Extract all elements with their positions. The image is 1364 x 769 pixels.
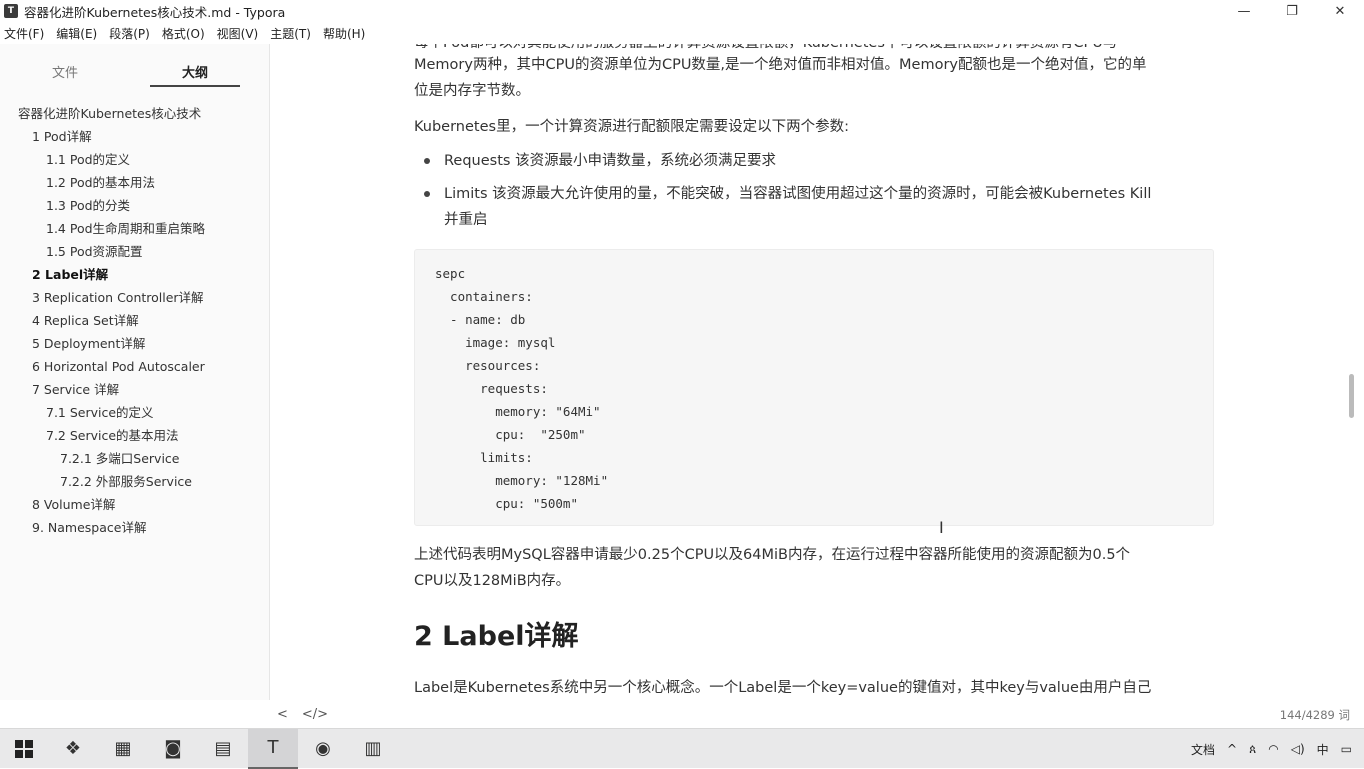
- volume-icon[interactable]: ◁): [1291, 742, 1305, 756]
- menu-help[interactable]: 帮助(H): [323, 25, 365, 42]
- outline-item[interactable]: 7.2.1 多端口Service: [0, 447, 269, 470]
- list-item-line2: 并重启: [444, 212, 488, 228]
- paragraph-memory-line1: Memory两种，其中CPU的资源单位为CPU数量,是一个绝对值而非相对值。Me…: [414, 57, 1147, 73]
- outline-item[interactable]: 容器化进阶Kubernetes核心技术: [0, 102, 269, 125]
- code-line: image: mysql: [435, 335, 556, 350]
- back-icon[interactable]: <: [277, 707, 288, 722]
- list-item-line1: Limits 该资源最大允许使用的量，不能突破，当容器试图使用超过这个量的资源时…: [444, 186, 1152, 202]
- outline-item[interactable]: 7 Service 详解: [0, 378, 269, 401]
- scrollbar-thumb[interactable]: [1349, 374, 1354, 418]
- menu-theme[interactable]: 主题(T): [270, 25, 311, 42]
- taskbar-app-icon[interactable]: ◉: [298, 729, 348, 769]
- outline-item[interactable]: 7.2.2 外部服务Service: [0, 470, 269, 493]
- bullet-list: Requests 该资源最小申请数量，系统必须满足要求 Limits 该资源最大…: [414, 148, 1214, 233]
- paragraph-explanation: 上述代码表明MySQL容器申请最少0.25个CPU以及64MiB内存，在运行过程…: [414, 542, 1214, 594]
- taskbar-app-icon[interactable]: ▦: [98, 729, 148, 769]
- paragraph-explanation-line1: 上述代码表明MySQL容器申请最少0.25个CPU以及64MiB内存，在运行过程…: [414, 547, 1131, 563]
- list-item: Limits 该资源最大允许使用的量，不能突破，当容器试图使用超过这个量的资源时…: [414, 181, 1214, 233]
- editor-area[interactable]: 每个Pod都可以对其能使用的服务器上的计算资源设置限额，Kubernetes中可…: [271, 44, 1356, 700]
- chevron-up-icon[interactable]: ^: [1227, 742, 1237, 756]
- network-icon[interactable]: ◠: [1268, 742, 1278, 756]
- status-left: < </>: [277, 707, 342, 722]
- outline-item[interactable]: 5 Deployment详解: [0, 332, 269, 355]
- paragraph-memory-line2: 位是内存字节数。: [414, 83, 530, 99]
- close-button[interactable]: ✕: [1316, 0, 1364, 22]
- text-cursor-icon: I: [939, 518, 944, 537]
- code-line: - name: db: [435, 312, 526, 327]
- outline-item-active[interactable]: 2 Label详解: [0, 263, 269, 286]
- paragraph-cut: 每个Pod都可以对其能使用的服务器上的计算资源设置限额，Kubernetes中可…: [414, 44, 1214, 52]
- outline-item[interactable]: 1.5 Pod资源配置: [0, 240, 269, 263]
- code-line: cpu: "500m": [435, 496, 578, 511]
- code-line: memory: "64Mi": [435, 404, 601, 419]
- outline-item[interactable]: 9. Namespace详解: [0, 516, 269, 539]
- source-code-icon[interactable]: </>: [302, 707, 328, 722]
- word-count[interactable]: 144/4289 词: [1280, 707, 1350, 723]
- outline-item[interactable]: 1.4 Pod生命周期和重启策略: [0, 217, 269, 240]
- paragraph-explanation-line2: CPU以及128MiB内存。: [414, 573, 571, 589]
- outline-item[interactable]: 3 Replication Controller详解: [0, 286, 269, 309]
- paragraph-memory: Memory两种，其中CPU的资源单位为CPU数量,是一个绝对值而非相对值。Me…: [414, 52, 1214, 104]
- menu-bar: 文件(F) 编辑(E) 段落(P) 格式(O) 视图(V) 主题(T) 帮助(H…: [0, 23, 1364, 43]
- code-line: resources:: [435, 358, 541, 373]
- paragraph-label: Label是Kubernetes系统中另一个核心概念。一个Label是一个key…: [414, 680, 1152, 696]
- outline-item[interactable]: 8 Volume详解: [0, 493, 269, 516]
- paragraph-params: Kubernetes里，一个计算资源进行配额限定需要设定以下两个参数:: [414, 119, 849, 135]
- window-controls: — ❐ ✕: [1220, 0, 1364, 22]
- taskbar-app-icon[interactable]: ▤: [198, 729, 248, 769]
- taskbar-app-icon[interactable]: ◙: [148, 729, 198, 769]
- outline-item[interactable]: 1.2 Pod的基本用法: [0, 171, 269, 194]
- menu-file[interactable]: 文件(F): [4, 25, 44, 42]
- code-line: containers:: [435, 289, 533, 304]
- code-line: requests:: [435, 381, 548, 396]
- outline-item[interactable]: 7.1 Service的定义: [0, 401, 269, 424]
- outline-item[interactable]: 7.2 Service的基本用法: [0, 424, 269, 447]
- outline-tree: 容器化进阶Kubernetes核心技术 1 Pod详解 1.1 Pod的定义 1…: [0, 90, 269, 539]
- typora-app-icon: T: [4, 4, 18, 18]
- outline-item[interactable]: 1.3 Pod的分类: [0, 194, 269, 217]
- notification-icon[interactable]: ▭: [1341, 742, 1352, 756]
- code-line: limits:: [435, 450, 533, 465]
- menu-view[interactable]: 视图(V): [217, 25, 259, 42]
- code-block[interactable]: sepc containers: - name: db image: mysql…: [414, 249, 1214, 526]
- window-title: 容器化进阶Kubernetes核心技术.md - Typora: [24, 4, 286, 20]
- taskbar-app-icon[interactable]: ▥: [348, 729, 398, 769]
- list-item: Requests 该资源最小申请数量，系统必须满足要求: [414, 148, 1214, 174]
- ime-indicator[interactable]: 中: [1317, 741, 1329, 758]
- outline-item[interactable]: 1.1 Pod的定义: [0, 148, 269, 171]
- title-bar: T 容器化进阶Kubernetes核心技术.md - Typora — ❐ ✕: [0, 0, 1364, 22]
- document-content[interactable]: 每个Pod都可以对其能使用的服务器上的计算资源设置限额，Kubernetes中可…: [414, 44, 1214, 700]
- windows-start-icon[interactable]: [0, 729, 48, 769]
- outline-item[interactable]: 1 Pod详解: [0, 125, 269, 148]
- code-line: cpu: "250m": [435, 427, 586, 442]
- tab-outline[interactable]: 大纲: [130, 44, 260, 90]
- outline-item[interactable]: 6 Horizontal Pod Autoscaler: [0, 355, 269, 378]
- code-line: memory: "128Mi": [435, 473, 609, 488]
- menu-format[interactable]: 格式(O): [162, 25, 205, 42]
- taskbar-typora-icon[interactable]: T: [248, 728, 298, 769]
- maximize-button[interactable]: ❐: [1268, 0, 1316, 22]
- tray-documents-label[interactable]: 文档: [1191, 741, 1215, 758]
- taskbar: ❖ ▦ ◙ ▤ T ◉ ▥ 文档 ^ ጰ ◠ ◁) 中 ▭: [0, 728, 1364, 769]
- tab-outline-label: 大纲: [150, 62, 240, 87]
- system-tray: 文档 ^ ጰ ◠ ◁) 中 ▭: [1191, 729, 1364, 769]
- code-line: sepc: [435, 266, 466, 281]
- outline-item[interactable]: 4 Replica Set详解: [0, 309, 269, 332]
- sidebar-tabs: 文件 大纲: [0, 44, 269, 90]
- person-icon[interactable]: ጰ: [1249, 742, 1256, 757]
- tab-files-label: 文件: [51, 66, 78, 81]
- menu-edit[interactable]: 编辑(E): [56, 25, 97, 42]
- minimize-button[interactable]: —: [1220, 0, 1268, 22]
- menu-paragraph[interactable]: 段落(P): [109, 25, 150, 42]
- status-bar: < </> 144/4289 词: [271, 702, 1364, 726]
- section-heading: 2 Label详解: [414, 621, 579, 652]
- taskbar-app-icon[interactable]: ❖: [48, 729, 98, 769]
- sidebar: 文件 大纲 容器化进阶Kubernetes核心技术 1 Pod详解 1.1 Po…: [0, 44, 270, 700]
- tab-files[interactable]: 文件: [0, 44, 130, 90]
